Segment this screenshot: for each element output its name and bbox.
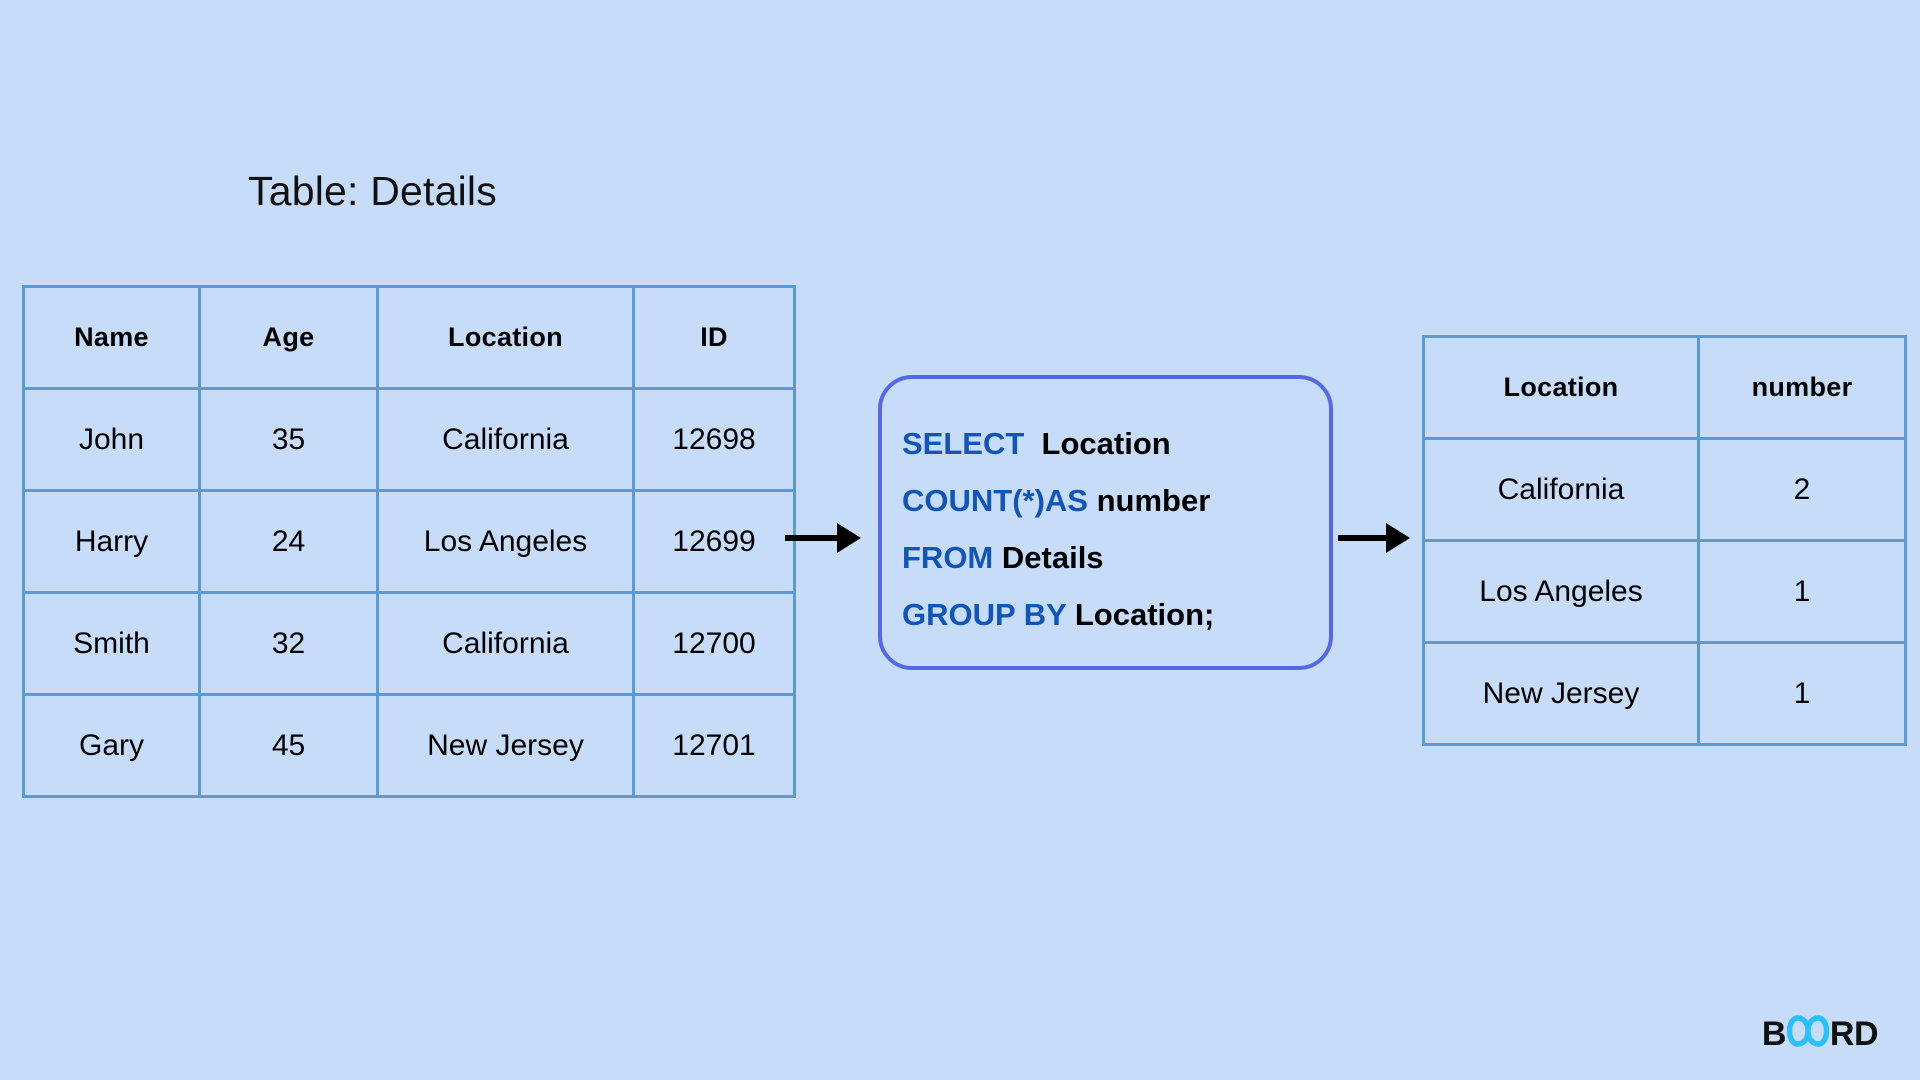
column-header-location: Location	[376, 285, 635, 390]
cell-id: 12700	[632, 591, 796, 696]
table-header-row: Name Age Location ID	[22, 285, 796, 390]
sql-keyword: FROM	[902, 540, 994, 575]
diagram-canvas: Table: Details Name Age Location ID John…	[0, 0, 1920, 1080]
sql-keyword: GROUP BY	[902, 597, 1067, 632]
arrow-right-icon	[1338, 535, 1406, 541]
cell-number: 1	[1697, 539, 1907, 644]
table-header-row: Location number	[1422, 335, 1907, 440]
result-table: Location number California 2 Los Angeles…	[1422, 335, 1907, 746]
query-line: GROUP BY Location;	[892, 586, 1329, 643]
cell-location: New Jersey	[1422, 641, 1700, 746]
sql-keyword: SELECT	[902, 426, 1025, 461]
column-header-age: Age	[198, 285, 379, 390]
query-line: SELECT Location	[892, 415, 1329, 472]
infinity-icon	[1786, 1014, 1830, 1054]
cell-age: 24	[198, 489, 379, 594]
cell-id: 12698	[632, 387, 796, 492]
sql-operand: Location	[1041, 426, 1171, 461]
cell-name: Harry	[22, 489, 201, 594]
cell-location: Los Angeles	[376, 489, 635, 594]
cell-name: John	[22, 387, 201, 492]
sql-operand: number	[1096, 483, 1211, 518]
table-row: John 35 California 12698	[22, 387, 796, 492]
source-table: Name Age Location ID John 35 California …	[22, 285, 796, 798]
cell-location: New Jersey	[376, 693, 635, 798]
logo-prefix: B	[1761, 1015, 1787, 1053]
cell-name: Smith	[22, 591, 201, 696]
arrow-right-icon	[785, 535, 857, 541]
page-title: Table: Details	[248, 168, 497, 214]
cell-name: Gary	[22, 693, 201, 798]
cell-id: 12699	[632, 489, 796, 594]
column-header-name: Name	[22, 285, 201, 390]
table-row: New Jersey 1	[1422, 641, 1907, 746]
cell-location: Los Angeles	[1422, 539, 1700, 644]
sql-query-box: SELECT Location COUNT(*)AS number FROM D…	[878, 375, 1333, 670]
cell-location: California	[376, 387, 635, 492]
column-header-number: number	[1697, 335, 1907, 440]
sql-keyword: COUNT(*)AS	[902, 483, 1088, 518]
board-logo: B RD	[1761, 1014, 1879, 1054]
cell-location: California	[376, 591, 635, 696]
table-row: Los Angeles 1	[1422, 539, 1907, 644]
query-line: FROM Details	[892, 529, 1329, 586]
table-row: Harry 24 Los Angeles 12699	[22, 489, 796, 594]
cell-age: 45	[198, 693, 379, 798]
sql-operand: Location;	[1074, 597, 1215, 632]
cell-number: 1	[1697, 641, 1907, 746]
table-row: Gary 45 New Jersey 12701	[22, 693, 796, 798]
table-row: Smith 32 California 12700	[22, 591, 796, 696]
column-header-id: ID	[632, 285, 796, 390]
logo-suffix: RD	[1829, 1015, 1879, 1053]
cell-location: California	[1422, 437, 1700, 542]
cell-number: 2	[1697, 437, 1907, 542]
cell-id: 12701	[632, 693, 796, 798]
query-line: COUNT(*)AS number	[892, 472, 1329, 529]
sql-operand: Details	[1001, 540, 1104, 575]
table-row: California 2	[1422, 437, 1907, 542]
cell-age: 35	[198, 387, 379, 492]
column-header-location: Location	[1422, 335, 1700, 440]
cell-age: 32	[198, 591, 379, 696]
